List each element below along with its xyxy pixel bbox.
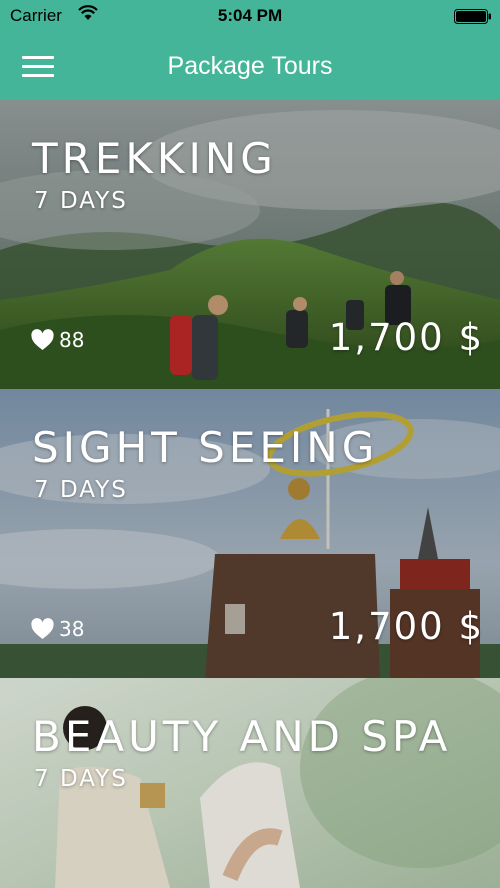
tour-card-trekking[interactable]: TREKKING 7 DAYS 88 1,700 $	[0, 100, 500, 389]
page-title: Package Tours	[167, 52, 333, 80]
tour-duration: 7 DAYS	[34, 477, 128, 503]
likes-button[interactable]: 38	[30, 617, 84, 641]
tour-name: BEAUTY AND SPA	[32, 712, 452, 761]
battery-icon	[454, 9, 491, 24]
heart-icon	[31, 618, 54, 639]
tour-duration: 7 DAYS	[34, 188, 128, 214]
status-bar: Carrier 5:04 PM	[0, 0, 500, 34]
heart-icon	[31, 329, 54, 350]
tour-price: 1,700 $	[328, 605, 484, 648]
tour-card-sight-seeing[interactable]: SIGHT SEEING 7 DAYS 38 1,700 $	[0, 389, 500, 678]
tour-price: 1,700 $	[328, 316, 484, 359]
likes-button[interactable]: 88	[30, 328, 84, 352]
likes-count: 38	[59, 617, 85, 641]
tour-card-beauty-and-spa[interactable]: BEAUTY AND SPA 7 DAYS	[0, 678, 500, 888]
likes-count: 88	[59, 328, 85, 352]
nav-bar: Package Tours	[0, 34, 500, 100]
tour-duration: 7 DAYS	[34, 766, 128, 792]
tour-name: TREKKING	[32, 134, 277, 183]
tour-name: SIGHT SEEING	[32, 423, 379, 472]
status-time: 5:04 PM	[217, 6, 283, 25]
